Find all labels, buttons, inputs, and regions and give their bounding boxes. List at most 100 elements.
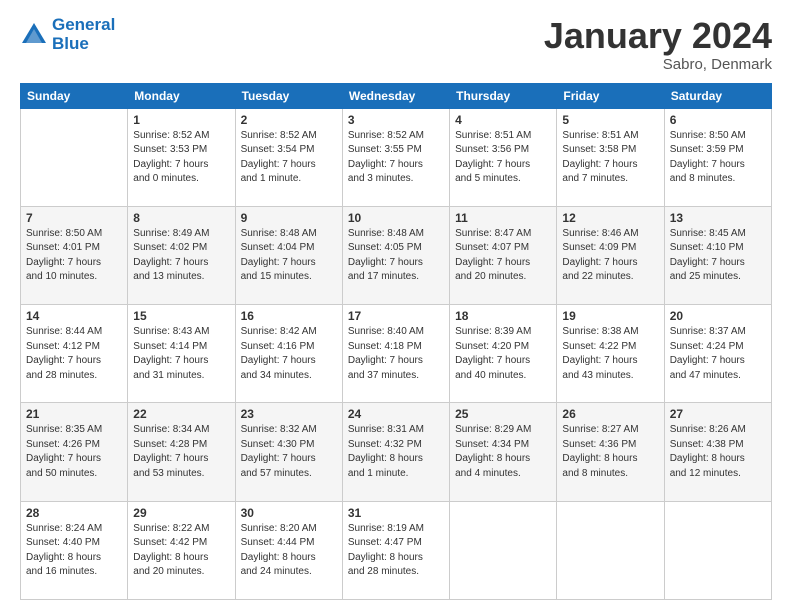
day-info: Sunrise: 8:45 AM Sunset: 4:10 PM Dayligh… [670,227,766,285]
calendar-cell: 21Sunrise: 8:35 AM Sunset: 4:26 PM Dayli… [21,403,128,501]
day-info: Sunrise: 8:50 AM Sunset: 3:59 PM Dayligh… [670,129,766,187]
day-info: Sunrise: 8:19 AM Sunset: 4:47 PM Dayligh… [348,522,444,580]
day-info: Sunrise: 8:20 AM Sunset: 4:44 PM Dayligh… [241,522,337,580]
day-info: Sunrise: 8:52 AM Sunset: 3:54 PM Dayligh… [241,129,337,187]
day-info: Sunrise: 8:51 AM Sunset: 3:58 PM Dayligh… [562,129,658,187]
day-number: 13 [670,211,766,225]
location: Sabro, Denmark [544,56,772,73]
calendar-cell: 27 Sunrise: 8:26 AM Sunset: 4:38 PM Dayli… [664,403,771,501]
calendar-cell: 24 Sunrise: 8:31 AM Sunset: 4:32 PM Dayli… [342,403,449,501]
day-number: 19 [562,309,658,323]
header-sunday: Sunday [21,83,128,108]
day-info: Sunrise: 8:42 AM Sunset: 4:16 PM Dayligh… [241,325,337,383]
calendar-cell: 12 Sunrise: 8:46 AM Sunset: 4:09 PM Dayli… [557,206,664,304]
day-info: Sunrise: 8:38 AM Sunset: 4:22 PM Dayligh… [562,325,658,383]
logo: General Blue [20,16,115,53]
day-number: 14 [26,309,122,323]
header-saturday: Saturday [664,83,771,108]
day-number: 21 [26,407,122,421]
calendar-cell: 26Sunrise: 8:27 AM Sunset: 4:36 PM Dayli… [557,403,664,501]
day-number: 9 [241,211,337,225]
calendar-cell: 9 Sunrise: 8:48 AM Sunset: 4:04 PM Daylig… [235,206,342,304]
day-number: 26 [562,407,658,421]
day-number: 29 [133,506,229,520]
calendar-cell: 8Sunrise: 8:49 AM Sunset: 4:02 PM Daylig… [128,206,235,304]
day-info: Sunrise: 8:37 AM Sunset: 4:24 PM Dayligh… [670,325,766,383]
day-info: Sunrise: 8:48 AM Sunset: 4:04 PM Dayligh… [241,227,337,285]
calendar-cell: 15 Sunrise: 8:43 AM Sunset: 4:14 PM Dayli… [128,305,235,403]
calendar-table: Sunday Monday Tuesday Wednesday Thursday… [20,83,772,600]
header: General Blue January 2024 Sabro, Denmark [20,16,772,73]
day-number: 25 [455,407,551,421]
day-info: Sunrise: 8:52 AM Sunset: 3:55 PM Dayligh… [348,129,444,187]
calendar-cell: 4 Sunrise: 8:51 AM Sunset: 3:56 PM Daylig… [450,108,557,206]
day-info: Sunrise: 8:43 AM Sunset: 4:14 PM Dayligh… [133,325,229,383]
calendar-cell: 17Sunrise: 8:40 AM Sunset: 4:18 PM Dayli… [342,305,449,403]
day-info: Sunrise: 8:39 AM Sunset: 4:20 PM Dayligh… [455,325,551,383]
day-info: Sunrise: 8:22 AM Sunset: 4:42 PM Dayligh… [133,522,229,580]
day-info: Sunrise: 8:40 AM Sunset: 4:18 PM Dayligh… [348,325,444,383]
day-number: 15 [133,309,229,323]
day-number: 22 [133,407,229,421]
day-info: Sunrise: 8:31 AM Sunset: 4:32 PM Dayligh… [348,423,444,481]
calendar-cell: 7Sunrise: 8:50 AM Sunset: 4:01 PM Daylig… [21,206,128,304]
calendar-cell: 28Sunrise: 8:24 AM Sunset: 4:40 PM Dayli… [21,501,128,599]
calendar-cell [21,108,128,206]
day-info: Sunrise: 8:49 AM Sunset: 4:02 PM Dayligh… [133,227,229,285]
day-info: Sunrise: 8:48 AM Sunset: 4:05 PM Dayligh… [348,227,444,285]
header-friday: Friday [557,83,664,108]
day-number: 12 [562,211,658,225]
day-info: Sunrise: 8:44 AM Sunset: 4:12 PM Dayligh… [26,325,122,383]
day-info: Sunrise: 8:50 AM Sunset: 4:01 PM Dayligh… [26,227,122,285]
header-wednesday: Wednesday [342,83,449,108]
calendar-cell: 30 Sunrise: 8:20 AM Sunset: 4:44 PM Dayli… [235,501,342,599]
day-info: Sunrise: 8:29 AM Sunset: 4:34 PM Dayligh… [455,423,551,481]
day-info: Sunrise: 8:51 AM Sunset: 3:56 PM Dayligh… [455,129,551,187]
calendar-cell: 18 Sunrise: 8:39 AM Sunset: 4:20 PM Dayli… [450,305,557,403]
calendar-cell: 6 Sunrise: 8:50 AM Sunset: 3:59 PM Daylig… [664,108,771,206]
page: General Blue January 2024 Sabro, Denmark… [0,0,792,612]
calendar-cell: 31Sunrise: 8:19 AM Sunset: 4:47 PM Dayli… [342,501,449,599]
logo-icon [20,21,48,49]
day-number: 10 [348,211,444,225]
calendar-cell: 2 Sunrise: 8:52 AM Sunset: 3:54 PM Daylig… [235,108,342,206]
calendar-cell: 20 Sunrise: 8:37 AM Sunset: 4:24 PM Dayli… [664,305,771,403]
day-number: 5 [562,113,658,127]
day-info: Sunrise: 8:26 AM Sunset: 4:38 PM Dayligh… [670,423,766,481]
day-number: 2 [241,113,337,127]
day-info: Sunrise: 8:47 AM Sunset: 4:07 PM Dayligh… [455,227,551,285]
calendar-cell [557,501,664,599]
day-number: 27 [670,407,766,421]
day-info: Sunrise: 8:46 AM Sunset: 4:09 PM Dayligh… [562,227,658,285]
day-number: 3 [348,113,444,127]
calendar-week-4: 21Sunrise: 8:35 AM Sunset: 4:26 PM Dayli… [21,403,772,501]
header-thursday: Thursday [450,83,557,108]
day-info: Sunrise: 8:34 AM Sunset: 4:28 PM Dayligh… [133,423,229,481]
day-number: 18 [455,309,551,323]
weekday-header-row: Sunday Monday Tuesday Wednesday Thursday… [21,83,772,108]
calendar-cell: 29 Sunrise: 8:22 AM Sunset: 4:42 PM Dayli… [128,501,235,599]
calendar-week-1: 1Sunrise: 8:52 AM Sunset: 3:53 PM Daylig… [21,108,772,206]
header-monday: Monday [128,83,235,108]
calendar-cell: 5 Sunrise: 8:51 AM Sunset: 3:58 PM Daylig… [557,108,664,206]
day-number: 6 [670,113,766,127]
day-number: 1 [133,113,229,127]
title-block: January 2024 Sabro, Denmark [544,16,772,73]
calendar-cell: 11 Sunrise: 8:47 AM Sunset: 4:07 PM Dayli… [450,206,557,304]
day-info: Sunrise: 8:24 AM Sunset: 4:40 PM Dayligh… [26,522,122,580]
calendar-cell: 1Sunrise: 8:52 AM Sunset: 3:53 PM Daylig… [128,108,235,206]
day-number: 11 [455,211,551,225]
calendar-cell [450,501,557,599]
day-number: 20 [670,309,766,323]
day-number: 4 [455,113,551,127]
logo-text: General Blue [52,16,115,53]
day-number: 16 [241,309,337,323]
calendar-cell: 16 Sunrise: 8:42 AM Sunset: 4:16 PM Dayli… [235,305,342,403]
day-number: 30 [241,506,337,520]
calendar-cell: 22 Sunrise: 8:34 AM Sunset: 4:28 PM Dayli… [128,403,235,501]
month-title: January 2024 [544,16,772,56]
day-info: Sunrise: 8:32 AM Sunset: 4:30 PM Dayligh… [241,423,337,481]
calendar-cell: 23Sunrise: 8:32 AM Sunset: 4:30 PM Dayli… [235,403,342,501]
day-number: 24 [348,407,444,421]
calendar-cell: 13 Sunrise: 8:45 AM Sunset: 4:10 PM Dayli… [664,206,771,304]
